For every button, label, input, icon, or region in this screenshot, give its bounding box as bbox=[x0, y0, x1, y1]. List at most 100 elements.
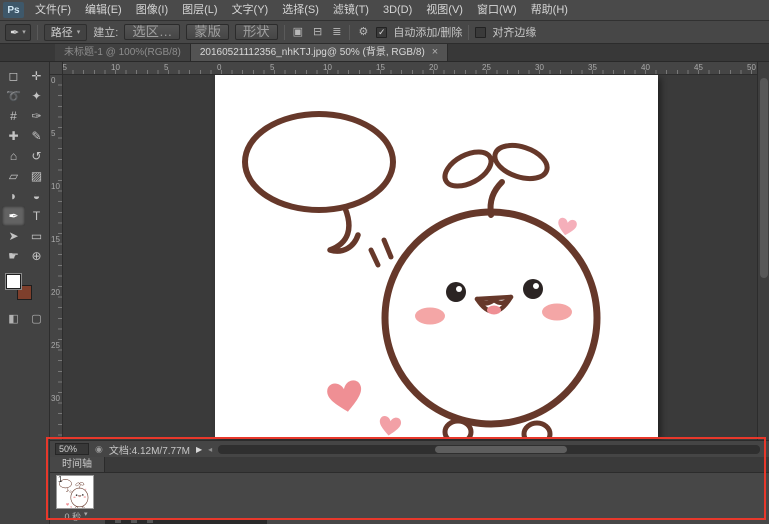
lasso-tool[interactable]: ➰ bbox=[2, 86, 25, 106]
tool-icon: ☛ bbox=[8, 249, 19, 263]
menu-window[interactable]: 窗口(W) bbox=[470, 0, 524, 20]
quick-mask-icon[interactable]: ◧ bbox=[2, 310, 25, 326]
ruler-label: 15 bbox=[51, 235, 60, 244]
shape-tool[interactable]: ▭ bbox=[25, 226, 48, 246]
history-brush-tool[interactable]: ↺ bbox=[25, 146, 48, 166]
toolbar-bottom-icons: ◧ ▢ bbox=[2, 310, 48, 326]
path-alignment-icon[interactable]: ⊟ bbox=[311, 24, 324, 40]
horizontal-scrollbar-thumb[interactable] bbox=[435, 446, 567, 453]
tab-untitled-document[interactable]: 未标题-1 @ 100%(RGB/8) bbox=[55, 44, 191, 61]
color-swatches bbox=[6, 272, 40, 304]
status-flyout-arrow-icon[interactable]: ▶ bbox=[196, 445, 202, 454]
tool-icon: ◒ bbox=[33, 189, 40, 203]
menu-select[interactable]: 选择(S) bbox=[275, 0, 326, 20]
tool-icon: ✎ bbox=[31, 129, 41, 143]
foreground-color-swatch[interactable] bbox=[6, 274, 21, 289]
tool-icon: ↺ bbox=[31, 149, 41, 163]
menu-3d[interactable]: 3D(D) bbox=[376, 0, 419, 20]
make-shape-button[interactable]: 形状 bbox=[235, 24, 278, 40]
hand-tool[interactable]: ☛ bbox=[2, 246, 25, 266]
move-tool[interactable]: ✛ bbox=[25, 66, 48, 86]
rectangular-marquee-tool[interactable]: ◻ bbox=[2, 66, 25, 86]
ruler-label: 20 bbox=[51, 288, 60, 297]
clone-stamp-tool[interactable]: ⌂ bbox=[2, 146, 25, 166]
path-selection-tool[interactable]: ➤ bbox=[2, 226, 25, 246]
ruler-label: 10 bbox=[323, 63, 332, 72]
menu-view[interactable]: 视图(V) bbox=[419, 0, 470, 20]
document-canvas[interactable] bbox=[215, 75, 658, 437]
tab-timeline[interactable]: 时间轴 bbox=[50, 457, 105, 472]
menu-layer[interactable]: 图层(L) bbox=[175, 0, 224, 20]
vertical-scrollbar-thumb[interactable] bbox=[760, 78, 768, 278]
tool-icon: ⊕ bbox=[31, 249, 41, 263]
tool-icon: ➰ bbox=[6, 89, 21, 103]
ruler-label: 30 bbox=[51, 394, 60, 403]
horizontal-scrollbar[interactable] bbox=[218, 445, 760, 454]
blur-tool[interactable]: ◗ bbox=[2, 186, 25, 206]
screen-mode-icon[interactable]: ▢ bbox=[25, 310, 48, 326]
timeline-control-icon bbox=[147, 520, 153, 523]
zoom-tool[interactable]: ⊕ bbox=[25, 246, 48, 266]
gradient-tool[interactable]: ▨ bbox=[25, 166, 48, 186]
quick-selection-tool[interactable]: ✦ bbox=[25, 86, 48, 106]
path-operations-icon[interactable]: ▣ bbox=[291, 24, 305, 40]
tool-icon: ◗ bbox=[10, 189, 17, 203]
pen-tool[interactable]: ✒ bbox=[2, 206, 25, 226]
tool-icon: ▨ bbox=[31, 169, 42, 183]
document-tab-bar: 未标题-1 @ 100%(RGB/8) 20160521112356_nhKTJ… bbox=[0, 44, 769, 62]
chevron-down-icon: ▾ bbox=[22, 28, 26, 36]
dodge-tool[interactable]: ◒ bbox=[25, 186, 48, 206]
ruler-label: 10 bbox=[51, 182, 60, 191]
frame-duration-value: 0 秒 bbox=[64, 510, 81, 523]
vertical-scrollbar[interactable] bbox=[757, 62, 769, 440]
tool-icon: ✦ bbox=[31, 89, 41, 103]
auto-add-delete-label: 自动添加/删除 bbox=[393, 24, 462, 40]
ruler-label: 15 bbox=[376, 63, 385, 72]
tool-icon: ✛ bbox=[31, 69, 41, 83]
type-tool[interactable]: T bbox=[25, 206, 48, 226]
zoom-level-field[interactable]: 50% bbox=[55, 443, 89, 455]
ruler-corner bbox=[50, 62, 63, 75]
healing-brush-tool[interactable]: ✚ bbox=[2, 126, 25, 146]
make-mask-button[interactable]: 蒙版 bbox=[186, 24, 229, 40]
menu-file[interactable]: 文件(F) bbox=[28, 0, 78, 20]
tool-preset-picker[interactable]: ✒ ▾ bbox=[5, 24, 31, 41]
ruler-label: 40 bbox=[641, 63, 650, 72]
frame-thumbnail[interactable]: 1 bbox=[56, 475, 94, 509]
ruler-label: 0 bbox=[51, 76, 55, 85]
horizontal-ruler[interactable]: 1510505101520253035404550 bbox=[63, 62, 757, 75]
align-edges-checkbox[interactable] bbox=[475, 27, 486, 38]
make-selection-button[interactable]: 选区… bbox=[124, 24, 180, 40]
align-edges-label: 对齐边缘 bbox=[492, 24, 536, 40]
animation-frame-1[interactable]: 1 0 秒 ▾ bbox=[56, 475, 96, 523]
tool-icon: ⌂ bbox=[10, 149, 17, 163]
photoshop-logo: Ps bbox=[3, 2, 24, 18]
frame-duration-control[interactable]: 0 秒 ▾ bbox=[56, 510, 96, 523]
menu-bar: Ps 文件(F)编辑(E)图像(I)图层(L)文字(Y)选择(S)滤镜(T)3D… bbox=[0, 0, 769, 21]
menu-type[interactable]: 文字(Y) bbox=[225, 0, 276, 20]
eraser-tool[interactable]: ▱ bbox=[2, 166, 25, 186]
tool-icon: ✑ bbox=[31, 109, 41, 123]
chevron-down-icon: ▾ bbox=[84, 510, 88, 523]
menu-edit[interactable]: 编辑(E) bbox=[78, 0, 129, 20]
tab-active-document[interactable]: 20160521112356_nhKTJ.jpg@ 50% (背景, RGB/8… bbox=[191, 44, 448, 61]
ruler-label: 30 bbox=[535, 63, 544, 72]
eyedropper-tool[interactable]: ✑ bbox=[25, 106, 48, 126]
timeline-control-icon bbox=[131, 520, 137, 523]
crop-tool[interactable]: # bbox=[2, 106, 25, 126]
vertical-ruler[interactable]: 051015202530 bbox=[50, 75, 63, 440]
ruler-label: 15 bbox=[63, 63, 67, 72]
auto-add-delete-checkbox[interactable]: ✓ bbox=[376, 27, 387, 38]
menu-help[interactable]: 帮助(H) bbox=[524, 0, 575, 20]
path-arrangement-icon[interactable]: ≣ bbox=[330, 24, 343, 40]
tool-icon: ▭ bbox=[31, 229, 42, 243]
close-icon[interactable]: × bbox=[432, 44, 438, 61]
menu-image[interactable]: 图像(I) bbox=[129, 0, 175, 20]
brush-tool[interactable]: ✎ bbox=[25, 126, 48, 146]
menu-filter[interactable]: 滤镜(T) bbox=[326, 0, 376, 20]
tool-icon: ✚ bbox=[8, 129, 18, 143]
chevron-down-icon: ▾ bbox=[77, 28, 81, 36]
gear-icon[interactable]: ⚙ bbox=[356, 24, 370, 40]
pen-mode-dropdown[interactable]: 路径 ▾ bbox=[44, 24, 88, 41]
tool-grid: ◻ ✛ ➰ ✦ # ✑ ✚ ✎ ⌂ ↺ bbox=[2, 66, 49, 266]
